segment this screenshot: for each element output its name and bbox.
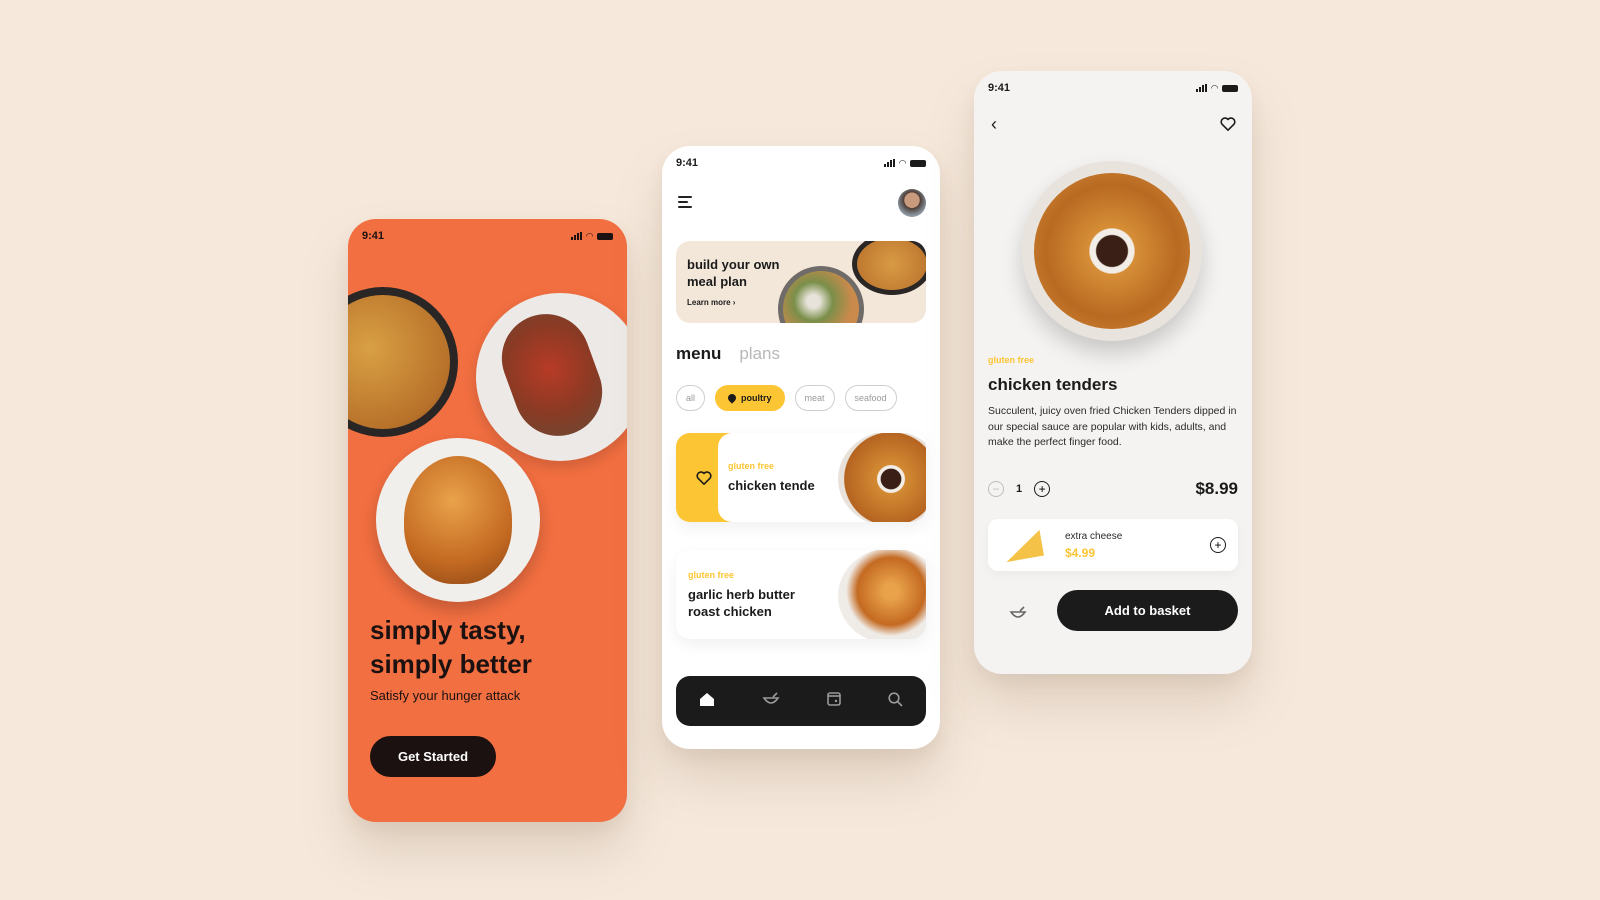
loaded-potato-image — [476, 293, 627, 461]
signal-icon — [1196, 84, 1208, 92]
item-name: chicken tende — [728, 478, 815, 493]
meal-plan-banner[interactable]: build your own meal plan Learn more › — [676, 241, 926, 323]
heart-icon — [696, 471, 712, 485]
nav-search[interactable] — [888, 691, 903, 711]
shrimp-curry-image — [348, 287, 458, 437]
signal-icon — [884, 159, 896, 167]
status-bar: 9:41 ◠ — [662, 146, 940, 180]
nav-home[interactable] — [699, 692, 715, 711]
tab-plans[interactable]: plans — [739, 344, 780, 364]
signal-icon — [571, 232, 583, 240]
welcome-subtitle: Satisfy your hunger attack — [370, 688, 521, 703]
item-name: garlic herb butter roast chicken — [688, 587, 795, 619]
menu-tabs: menu plans — [676, 344, 780, 364]
category-chips: all poultry meat seafood — [676, 385, 897, 411]
item-tag: gluten free — [988, 355, 1035, 365]
chip-all[interactable]: all — [676, 385, 706, 411]
status-bar: 9:41 ◠ — [974, 71, 1252, 105]
bottom-nav — [676, 676, 926, 726]
add-addon-button[interactable]: + — [1210, 537, 1226, 553]
banner-title: build your own meal plan — [687, 257, 780, 289]
item-tag: gluten free — [688, 570, 735, 580]
wifi-icon: ◠ — [899, 157, 906, 168]
wifi-icon: ◠ — [586, 230, 593, 241]
chip-meat[interactable]: meat — [794, 385, 835, 411]
hamburger-menu-icon[interactable] — [678, 196, 694, 211]
heart-icon — [1220, 117, 1236, 131]
back-button[interactable]: ‹ — [991, 114, 997, 135]
item-tag: gluten free — [728, 461, 775, 471]
favorite-button[interactable] — [1220, 116, 1236, 136]
get-started-button[interactable]: Get Started — [370, 736, 496, 777]
chicken-tenders-image — [838, 433, 926, 522]
bowl-icon[interactable] — [1009, 606, 1027, 623]
increment-button[interactable]: + — [1034, 481, 1051, 497]
cheese-image — [1002, 529, 1044, 563]
addon-card: extra cheese $4.99 + — [988, 519, 1238, 571]
battery-icon — [1222, 84, 1238, 92]
item-price: $8.99 — [1195, 479, 1238, 498]
search-icon — [888, 691, 903, 707]
calendar-icon — [827, 692, 841, 706]
learn-more-link[interactable]: Learn more › — [687, 298, 735, 307]
plus-icon: + — [1038, 482, 1046, 496]
bowl-icon — [762, 692, 780, 704]
tab-menu[interactable]: menu — [676, 344, 721, 364]
item-title: chicken tenders — [988, 375, 1118, 394]
curry-bowl-image — [852, 241, 926, 295]
wifi-icon: ◠ — [1211, 82, 1218, 93]
welcome-screen: 9:41 ◠ simply tasty, simply better Satis… — [348, 219, 627, 822]
quantity-stepper: − 1 + — [988, 481, 1051, 497]
addon-name: extra cheese — [1065, 531, 1123, 542]
menu-screen: 9:41 ◠ build your own meal plan Learn mo… — [662, 146, 940, 749]
menu-item-card[interactable]: gluten free chicken tende — [676, 433, 926, 522]
detail-screen: 9:41 ◠ ‹ gluten free chicken tenders Suc… — [974, 71, 1252, 674]
chip-poultry[interactable]: poultry — [715, 385, 785, 411]
quantity-value: 1 — [1016, 483, 1023, 495]
chicken-tenders-image — [1022, 161, 1202, 341]
status-time: 9:41 — [362, 230, 385, 242]
welcome-headline: simply tasty, simply better — [370, 615, 532, 679]
home-icon — [700, 692, 715, 706]
roast-chicken-image — [376, 438, 540, 602]
battery-icon — [910, 159, 926, 167]
drumstick-icon — [726, 392, 738, 404]
add-to-basket-button[interactable]: Add to basket — [1057, 590, 1238, 631]
minus-icon: − — [992, 482, 1000, 496]
chevron-left-icon: ‹ — [991, 114, 997, 134]
decrement-button[interactable]: − — [988, 481, 1004, 497]
item-description: Succulent, juicy oven fried Chicken Tend… — [988, 405, 1237, 448]
nav-calendar[interactable] — [827, 692, 841, 710]
status-bar: 9:41 ◠ — [348, 219, 627, 253]
battery-icon — [597, 232, 613, 240]
status-time: 9:41 — [676, 157, 699, 169]
roast-chicken-image — [838, 550, 926, 639]
addon-price: $4.99 — [1065, 546, 1096, 560]
plus-icon: + — [1214, 538, 1222, 552]
status-time: 9:41 — [988, 82, 1011, 94]
menu-item-card[interactable]: gluten free garlic herb butter roast chi… — [676, 550, 926, 639]
user-avatar[interactable] — [898, 189, 926, 217]
nav-bowl[interactable] — [762, 692, 780, 710]
chip-seafood[interactable]: seafood — [844, 385, 897, 411]
